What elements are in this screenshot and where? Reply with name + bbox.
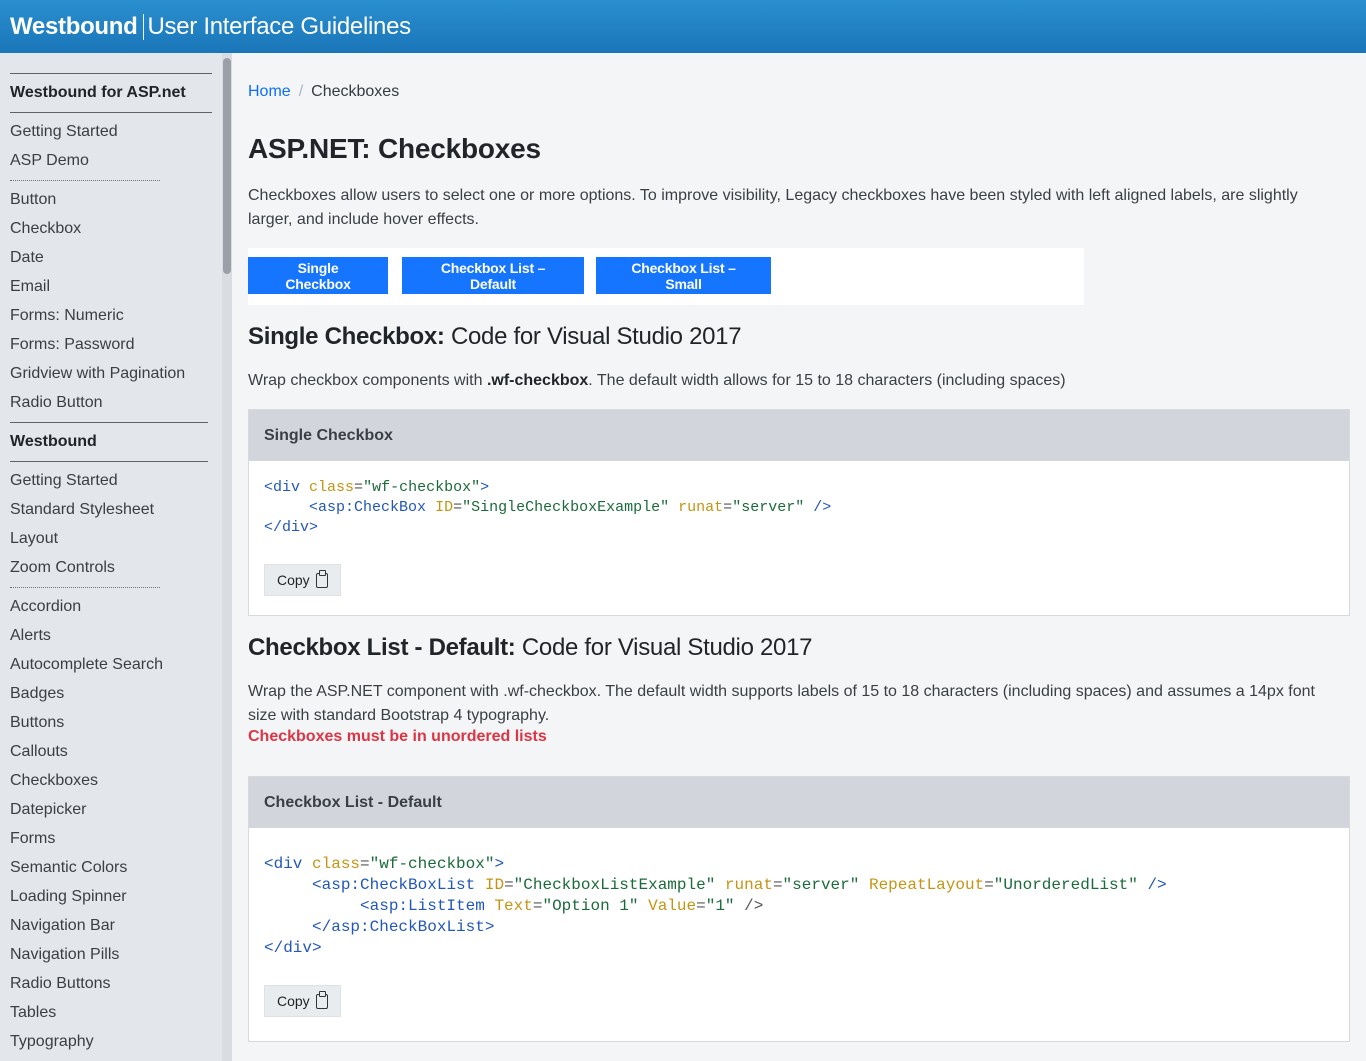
main-content: Home / Checkboxes ASP.NET: Checkboxes Chec… xyxy=(232,53,1366,1061)
warning-text: Checkboxes must be in unordered lists xyxy=(248,728,547,745)
sidebar-item-asp-demo[interactable]: ASP Demo xyxy=(10,152,89,170)
desc-class-name: .wf-checkbox xyxy=(486,372,589,389)
sidebar-item-tables[interactable]: Tables xyxy=(10,1004,56,1022)
sidebar-item-checkbox[interactable]: Checkbox xyxy=(10,220,81,238)
sidebar-item-date[interactable]: Date xyxy=(10,249,44,267)
page-intro: Checkboxes allow users to select one or … xyxy=(248,187,1298,228)
sidebar-item-callouts[interactable]: Callouts xyxy=(10,743,68,761)
breadcrumb-separator: / xyxy=(298,83,304,100)
sidebar-item-zoom-controls[interactable]: Zoom Controls xyxy=(10,559,115,577)
site-title: User Interface Guidelines xyxy=(147,12,412,40)
tab-checkbox-list-default[interactable]: Checkbox List – Default xyxy=(402,257,584,294)
section-heading-bold: Single Checkbox: xyxy=(248,323,445,350)
sidebar-item-button[interactable]: Button xyxy=(10,191,56,209)
section-description: Wrap the ASP.NET component with .wf-chec… xyxy=(248,683,1315,724)
section-heading-rest: Code for Visual Studio 2017 xyxy=(444,323,742,350)
section-heading-checkbox-list: Checkbox List - Default: Code for Visual… xyxy=(248,634,813,662)
sidebar-item-email[interactable]: Email xyxy=(10,278,50,296)
breadcrumb: Home / Checkboxes xyxy=(248,83,399,101)
sidebar-section-title: Westbound for ASP.net xyxy=(10,84,186,101)
sidebar-item-radio-buttons[interactable]: Radio Buttons xyxy=(10,975,111,993)
sidebar-item-checkboxes[interactable]: Checkboxes xyxy=(10,772,98,790)
sidebar-item-forms[interactable]: Forms xyxy=(10,830,55,848)
sidebar-item-layout[interactable]: Layout xyxy=(10,530,58,548)
sidebar-item-buttons[interactable]: Buttons xyxy=(10,714,64,732)
sidebar-item-loading-spinner[interactable]: Loading Spinner xyxy=(10,888,127,906)
section-button-bar: Single Checkbox Checkbox List – Default … xyxy=(248,248,1084,305)
desc-pre: Wrap checkbox components with xyxy=(248,372,487,389)
sidebar-item-alerts[interactable]: Alerts xyxy=(10,627,51,645)
sidebar: Westbound for ASP.net Getting Started AS… xyxy=(0,53,222,1061)
code-block[interactable]: <div class="wf-checkbox"> <asp:CheckBox … xyxy=(249,478,1349,538)
sidebar-item-getting-started-2[interactable]: Getting Started xyxy=(10,472,118,490)
sidebar-item-semantic-colors[interactable]: Semantic Colors xyxy=(10,859,127,877)
brand-divider xyxy=(142,13,144,40)
sidebar-item-radio-button[interactable]: Radio Button xyxy=(10,394,103,412)
sidebar-item-datepicker[interactable]: Datepicker xyxy=(10,801,86,819)
tab-single-checkbox[interactable]: Single Checkbox xyxy=(248,257,388,294)
sidebar-item-typography[interactable]: Typography xyxy=(10,1033,94,1051)
breadcrumb-home-link[interactable]: Home xyxy=(248,83,291,100)
top-header: Westbound User Interface Guidelines xyxy=(0,0,1366,53)
brand-logo[interactable]: Westbound xyxy=(10,13,138,41)
sidebar-item-getting-started[interactable]: Getting Started xyxy=(10,123,118,141)
breadcrumb-current: Checkboxes xyxy=(311,83,400,100)
copy-button[interactable]: Copy xyxy=(264,985,341,1017)
sidebar-scrollbar-thumb[interactable] xyxy=(223,58,231,274)
page-title: ASP.NET: Checkboxes xyxy=(248,133,541,164)
sidebar-dotted-divider xyxy=(10,180,160,181)
copy-label: Copy xyxy=(277,572,310,588)
clipboard-icon xyxy=(315,569,328,588)
sidebar-item-forms-numeric[interactable]: Forms: Numeric xyxy=(10,307,124,325)
sidebar-item-badges[interactable]: Badges xyxy=(10,685,64,703)
sidebar-section-title: Westbound xyxy=(10,433,97,450)
sidebar-item-autocomplete-search[interactable]: Autocomplete Search xyxy=(10,656,163,674)
card-header: Checkbox List - Default xyxy=(249,777,1349,828)
sidebar-item-navigation-bar[interactable]: Navigation Bar xyxy=(10,917,115,935)
section-description: Wrap checkbox components with .wf-checkb… xyxy=(248,369,1338,393)
sidebar-item-forms-password[interactable]: Forms: Password xyxy=(10,336,134,354)
sidebar-divider xyxy=(10,461,208,462)
section-heading-rest: Code for Visual Studio 2017 xyxy=(515,634,813,661)
sidebar-divider xyxy=(10,73,212,74)
copy-label: Copy xyxy=(277,993,310,1009)
code-block[interactable]: <div class="wf-checkbox"> <asp:CheckBoxL… xyxy=(249,854,1349,959)
section-heading-single-checkbox: Single Checkbox: Code for Visual Studio … xyxy=(248,323,742,351)
sidebar-dotted-divider xyxy=(10,587,160,588)
section-heading-bold: Checkbox List - Default: xyxy=(248,634,516,661)
sidebar-item-gridview[interactable]: Gridview with Pagination xyxy=(10,365,185,383)
sidebar-divider xyxy=(10,112,212,113)
sidebar-item-standard-stylesheet[interactable]: Standard Stylesheet xyxy=(10,501,154,519)
sidebar-item-accordion[interactable]: Accordion xyxy=(10,598,81,616)
clipboard-icon xyxy=(315,990,328,1009)
tab-checkbox-list-small[interactable]: Checkbox List – Small xyxy=(596,257,771,294)
sidebar-divider xyxy=(10,422,208,423)
code-card-single-checkbox: Single Checkbox <div class="wf-checkbox"… xyxy=(248,409,1350,616)
desc-post: . The default width allows for 15 to 18 … xyxy=(588,372,1066,389)
code-card-checkbox-list: Checkbox List - Default <div class="wf-c… xyxy=(248,776,1350,1042)
card-header: Single Checkbox xyxy=(249,410,1349,461)
copy-button[interactable]: Copy xyxy=(264,564,341,596)
sidebar-item-navigation-pills[interactable]: Navigation Pills xyxy=(10,946,119,964)
